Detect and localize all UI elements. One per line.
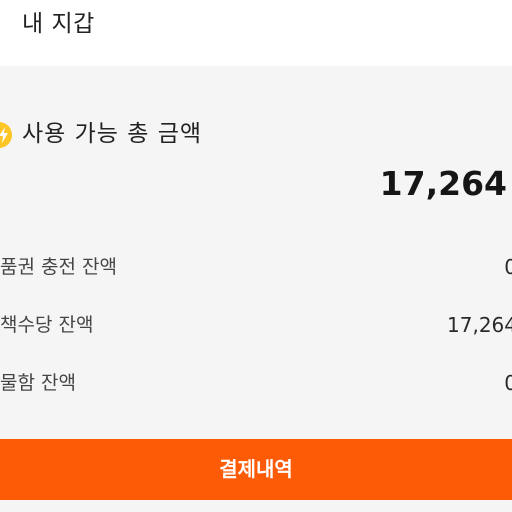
balance-value: 17,264 <box>447 313 512 337</box>
balance-value: 0 <box>504 255 512 279</box>
balance-row-gift-box: 물함 잔액 0 <box>0 368 512 398</box>
coin-icon <box>0 122 12 148</box>
header-bar: 내 지갑 <box>0 0 512 66</box>
wallet-screen: 내 지갑 사용 가능 총 금액 17,264 품권 충전 잔액 0 책수당 잔액… <box>0 0 512 512</box>
balance-value: 0 <box>504 371 512 395</box>
balance-label: 책수당 잔액 <box>0 314 94 336</box>
balance-row-book-allowance: 책수당 잔액 17,264 <box>0 310 512 340</box>
payment-history-button[interactable]: 결제내역 <box>0 439 512 500</box>
bottom-background-strip <box>0 500 512 512</box>
balance-label: 품권 충전 잔액 <box>0 256 117 278</box>
page-title: 내 지갑 <box>22 11 95 37</box>
total-available-label: 사용 가능 총 금액 <box>22 121 203 147</box>
balance-row-gift-card: 품권 충전 잔액 0 <box>0 252 512 282</box>
total-available-amount: 17,264 <box>379 164 507 203</box>
balance-label: 물함 잔액 <box>0 372 76 394</box>
